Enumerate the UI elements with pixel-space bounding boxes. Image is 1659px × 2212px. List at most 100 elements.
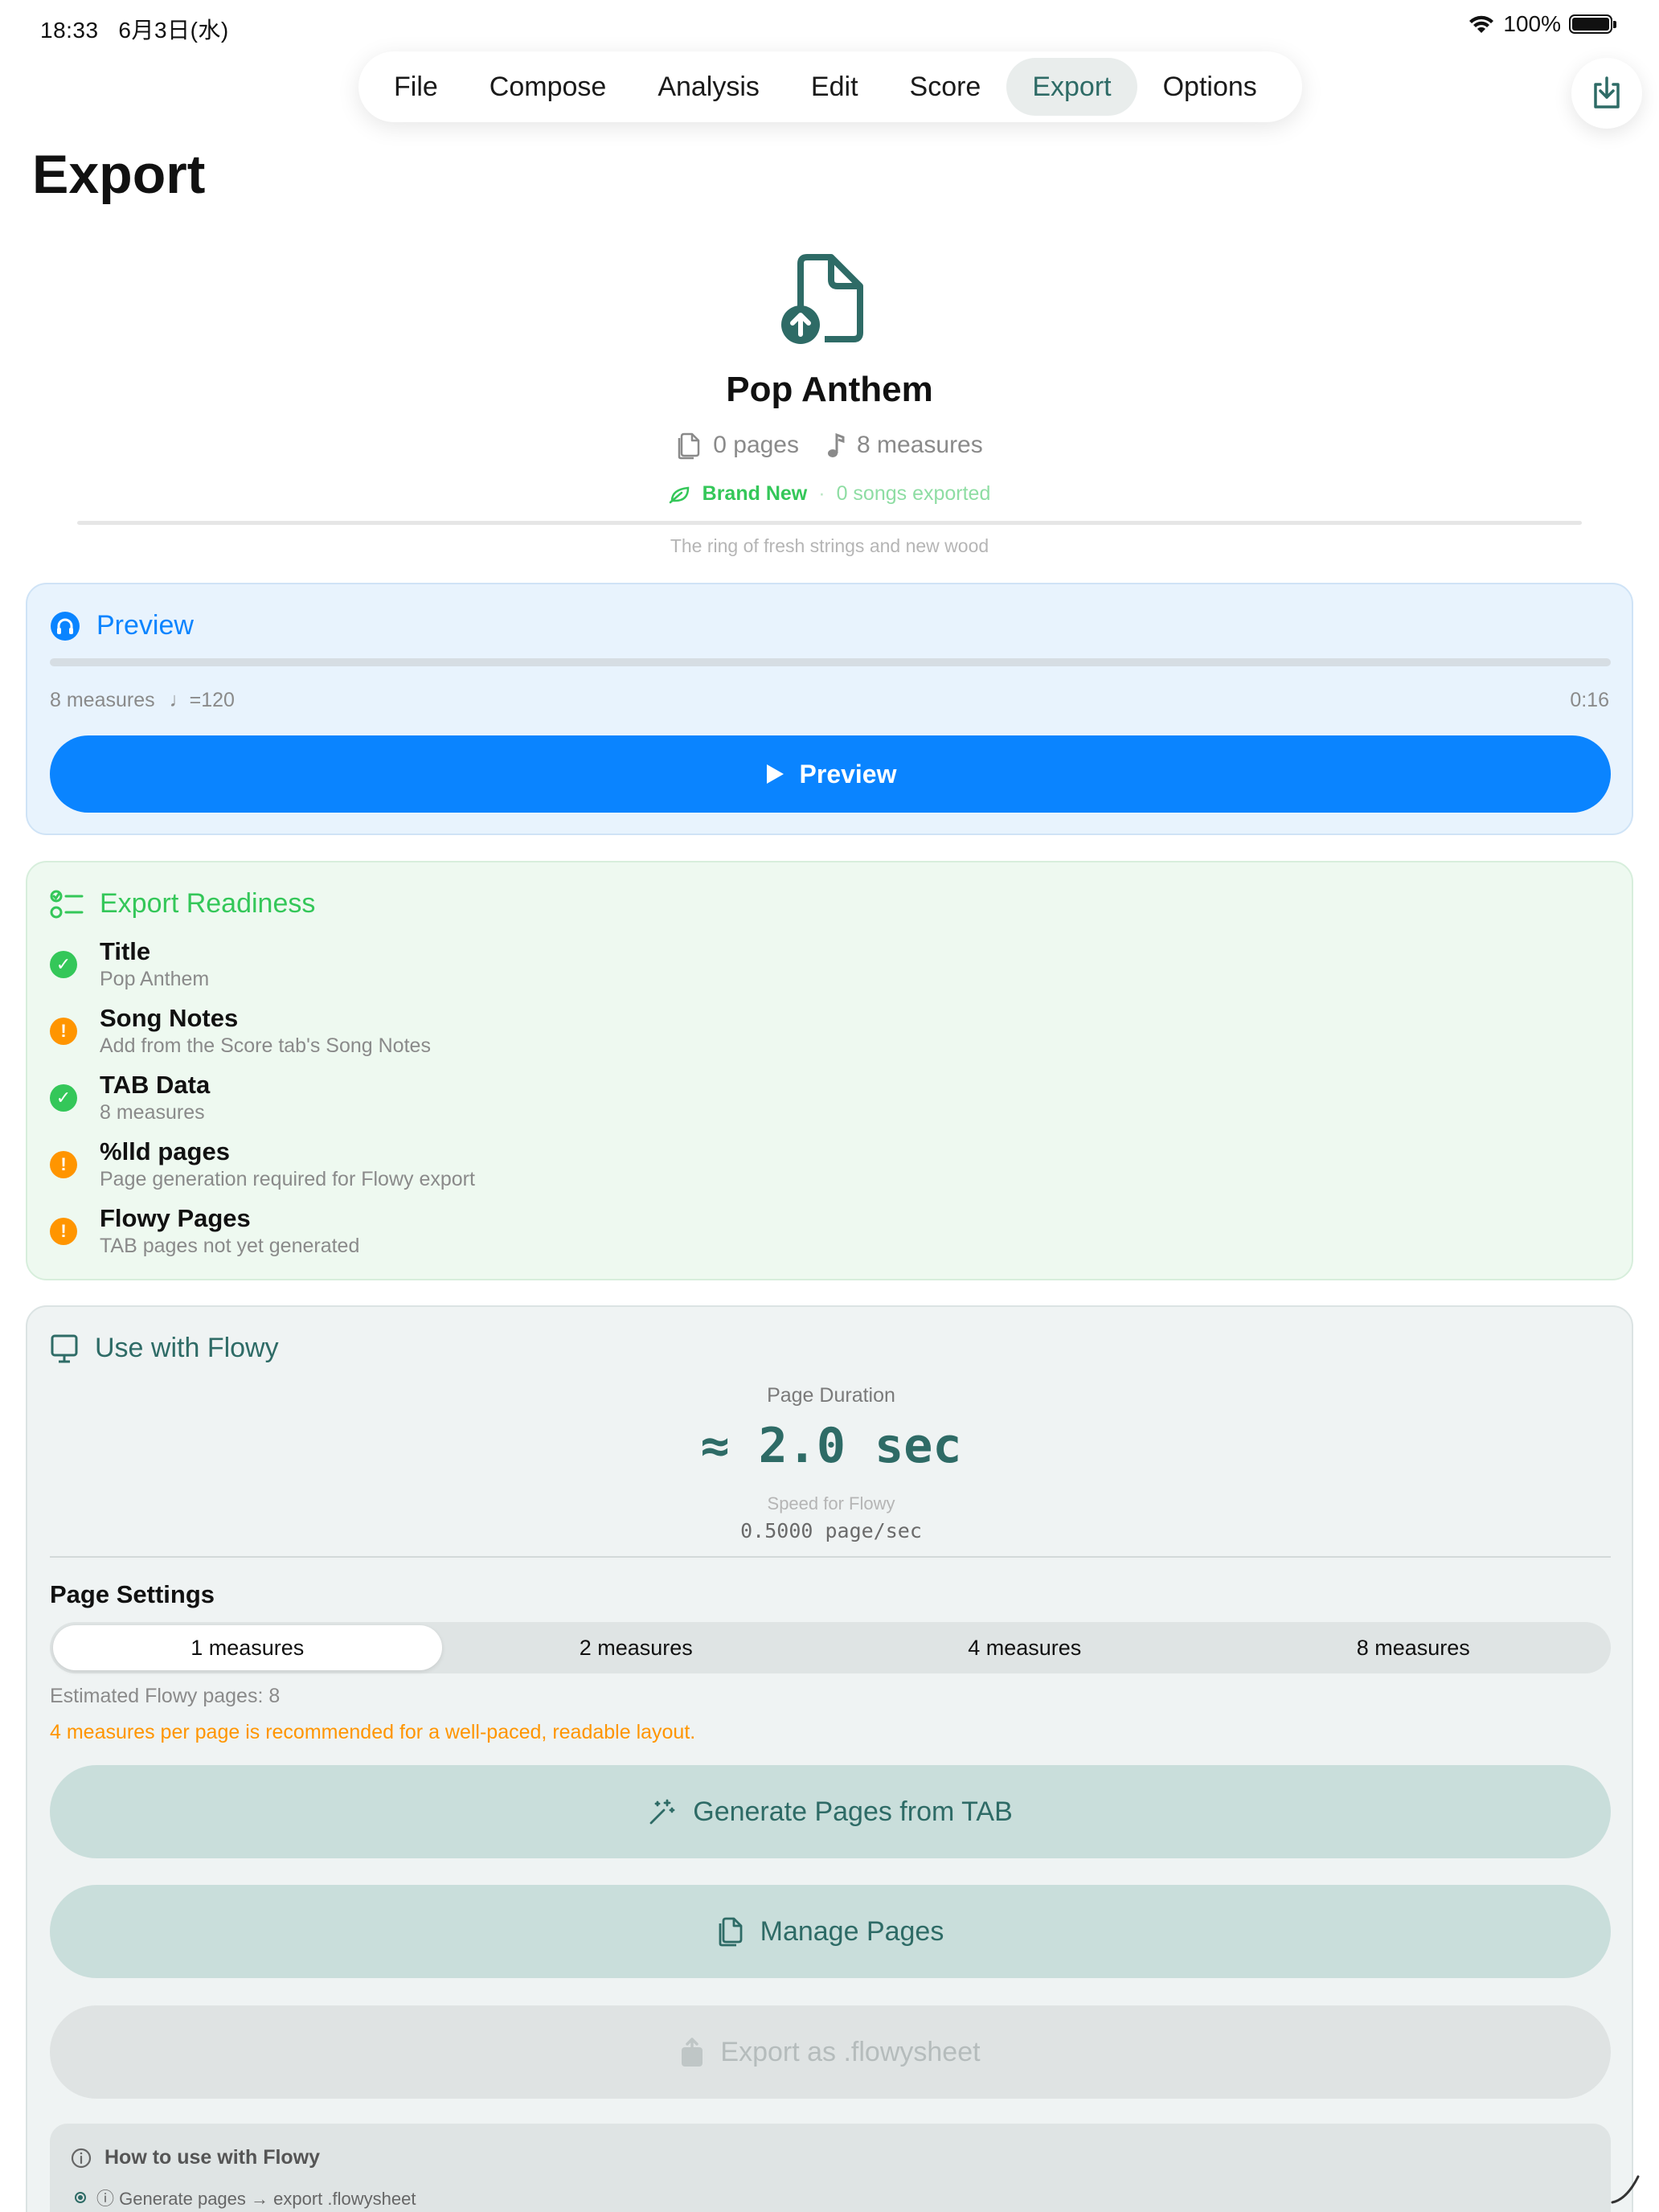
preview-measures: 8 measures — [50, 689, 155, 711]
song-meta: 0 pages 8 measures — [0, 431, 1659, 460]
preview-duration: 0:16 — [1570, 689, 1609, 711]
info-icon — [71, 2148, 92, 2168]
wifi-icon — [1469, 15, 1494, 33]
page-duration-label: Page Duration — [767, 1384, 895, 1407]
flowy-divider — [50, 1556, 1611, 1558]
menu-analysis[interactable]: Analysis — [632, 58, 785, 116]
readiness-item-pages: ! %lld pages Page generation required fo… — [50, 1137, 1577, 1203]
headphones-icon — [51, 611, 80, 641]
battery-icon — [1569, 14, 1616, 34]
preview-info: 8 measures ♩=120 — [50, 689, 235, 712]
howto-step: ⓘ Generate pages → export .flowysheet — [74, 2185, 416, 2210]
readiness-item-detail: Add from the Score tab's Song Notes — [100, 1034, 431, 1057]
readiness-item-label: Song Notes — [100, 1004, 239, 1032]
preview-header: Preview — [50, 610, 194, 641]
checkmark-circle-icon: ✓ — [50, 951, 77, 978]
readiness-item-detail: 8 measures — [100, 1101, 205, 1124]
speed-value: 0.5000 page/sec — [740, 1519, 922, 1542]
checkmark-circle-icon: ✓ — [50, 1084, 77, 1112]
menu-score[interactable]: Score — [884, 58, 1007, 116]
monitor-icon — [51, 1334, 78, 1362]
segment-4-measures[interactable]: 4 measures — [830, 1625, 1219, 1670]
preview-tempo: ♩=120 — [169, 689, 235, 711]
export-flowysheet-button[interactable]: Export as .flowysheet — [50, 2005, 1611, 2099]
flowy-heading: Use with Flowy — [95, 1333, 279, 1363]
recommendation-text: 4 measures per page is recommended for a… — [50, 1721, 696, 1743]
pages-count: 0 pages — [676, 431, 799, 460]
pages-icon — [719, 1917, 743, 1947]
step-bullet-icon — [75, 2192, 86, 2203]
readiness-item-flowy-pages: ! Flowy Pages TAB pages not yet generate… — [50, 1203, 1577, 1270]
readiness-list: ✓ Title Pop Anthem ! Song Notes Add from… — [50, 936, 1577, 1270]
checklist-icon — [50, 890, 84, 918]
howto-step-text: ⓘ Generate pages → export .flowysheet — [96, 2189, 416, 2209]
readiness-item-song-notes: ! Song Notes Add from the Score tab's So… — [50, 1003, 1577, 1070]
share-icon — [682, 2038, 703, 2067]
readiness-item-detail: Page generation required for Flowy expor… — [100, 1168, 475, 1190]
status-indicators: 100% — [1468, 11, 1616, 37]
preview-progress[interactable] — [50, 658, 1611, 666]
segment-2-measures[interactable]: 2 measures — [442, 1625, 831, 1670]
status-separator: · — [818, 482, 825, 505]
magic-wand-icon — [649, 1799, 675, 1825]
battery-percent: 100% — [1503, 11, 1561, 36]
flowy-card: Use with Flowy Page Duration ≈ 2.0 sec S… — [26, 1305, 1633, 2212]
generate-pages-button[interactable]: Generate Pages from TAB — [50, 1765, 1611, 1858]
status-time: 18:33 6月3日(水) — [40, 13, 229, 45]
readiness-item-detail: TAB pages not yet generated — [100, 1235, 360, 1257]
flowy-header: Use with Flowy — [50, 1333, 279, 1364]
preview-card: Preview 8 measures ♩=120 0:16 Preview — [26, 583, 1633, 835]
preview-button[interactable]: Preview — [50, 735, 1611, 813]
measures-count: 8 measures — [826, 431, 983, 460]
exported-count: 0 songs exported — [836, 482, 991, 505]
page-duration-value: ≈ 2.0 sec — [700, 1418, 962, 1474]
song-status: Brand New · 0 songs exported — [0, 482, 1659, 506]
song-tagline: The ring of fresh strings and new wood — [670, 535, 989, 556]
measures-count-text: 8 measures — [857, 432, 983, 458]
pages-count-text: 0 pages — [713, 432, 799, 458]
status-bar: 18:33 6月3日(水) 100% — [0, 0, 1659, 51]
exclamation-circle-icon: ! — [50, 1151, 77, 1178]
speed-label: Speed for Flowy — [767, 1493, 895, 1514]
preview-button-label: Preview — [799, 759, 897, 789]
play-icon — [766, 764, 784, 784]
readiness-item-title: ✓ Title Pop Anthem — [50, 936, 1577, 1003]
readiness-item-label: %lld pages — [100, 1137, 230, 1165]
menu-file[interactable]: File — [368, 58, 464, 116]
exclamation-circle-icon: ! — [50, 1018, 77, 1045]
manage-pages-button[interactable]: Manage Pages — [50, 1885, 1611, 1978]
howto-panel: How to use with Flowy ⓘ Generate pages →… — [50, 2124, 1611, 2212]
tray-arrow-down-icon — [1594, 76, 1620, 109]
export-tray-button[interactable] — [1571, 58, 1642, 129]
menu-compose[interactable]: Compose — [464, 58, 633, 116]
leaf-icon — [669, 486, 689, 503]
segment-8-measures[interactable]: 8 measures — [1219, 1625, 1608, 1670]
preview-heading: Preview — [96, 610, 194, 641]
export-flowysheet-label: Export as .flowysheet — [720, 2036, 981, 2067]
readiness-item-label: Title — [100, 937, 151, 965]
export-readiness-card: Export Readiness ✓ Title Pop Anthem ! So… — [26, 861, 1633, 1280]
hero-divider — [77, 521, 1582, 525]
exclamation-circle-icon: ! — [50, 1218, 77, 1245]
howto-header: How to use with Flowy — [71, 2146, 320, 2169]
menu-export[interactable]: Export — [1006, 58, 1137, 116]
page-settings-title: Page Settings — [50, 1580, 215, 1608]
readiness-item-label: TAB Data — [100, 1071, 211, 1099]
readiness-item-label: Flowy Pages — [100, 1204, 251, 1232]
page-title: Export — [32, 144, 206, 205]
readiness-item-tab-data: ✓ TAB Data 8 measures — [50, 1070, 1577, 1137]
manage-pages-label: Manage Pages — [760, 1915, 944, 1947]
readiness-header: Export Readiness — [50, 888, 315, 920]
readiness-item-detail: Pop Anthem — [100, 968, 210, 990]
menu-options[interactable]: Options — [1137, 58, 1283, 116]
readiness-heading: Export Readiness — [100, 888, 316, 919]
pages-icon — [678, 432, 700, 460]
generate-pages-label: Generate Pages from TAB — [693, 1796, 1013, 1827]
menu-edit[interactable]: Edit — [785, 58, 884, 116]
document-upload-icon — [781, 254, 863, 344]
scroll-indicator-icon — [1611, 2175, 1640, 2204]
status-badge: Brand New — [702, 482, 808, 505]
segment-1-measures[interactable]: 1 measures — [53, 1625, 442, 1670]
top-menu: File Compose Analysis Edit Score Export … — [358, 51, 1302, 122]
clock-date: 6月3日(水) — [118, 18, 229, 43]
